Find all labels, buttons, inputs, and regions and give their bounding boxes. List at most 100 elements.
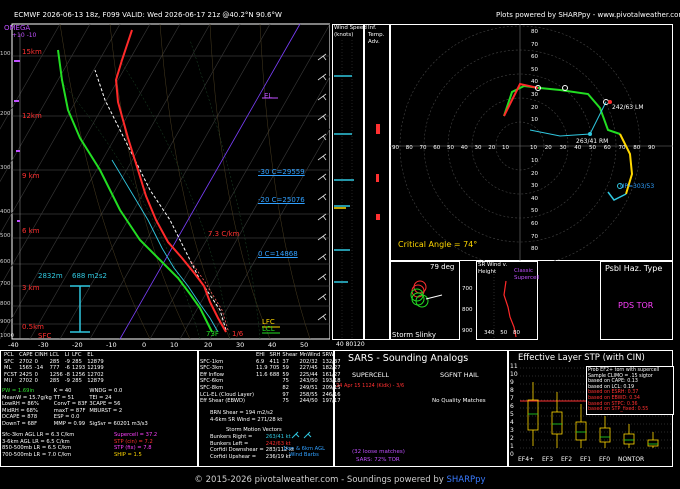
sars-hail-header: SGFNT HAIL <box>440 371 479 379</box>
wind-speed-plot <box>334 40 354 340</box>
omega-label: OMEGA <box>4 24 31 32</box>
sfc-td-label: 1/6 <box>232 330 244 338</box>
mini-hodo-label: 1km & 6km AGL Wind Barbs <box>282 446 326 458</box>
storm-slinky-plot <box>410 280 443 308</box>
pressure-200: 200 <box>0 111 11 117</box>
mean-srw: 4-6km SR Wind = 271/28 kt <box>210 417 283 423</box>
up-label: UP=303/53 <box>620 183 655 190</box>
sars-tor-prob: SARS: 72% TOR <box>356 457 400 463</box>
stp-legend: Prob EF2+ torn with supercell Sample CLI… <box>586 366 674 415</box>
helicity-height: 2832m <box>38 272 63 280</box>
table-row: MU 2702 0 285 -9 285 12879 <box>4 378 104 385</box>
hodo-x-ticks-right: 10 20 30 40 50 60 70 80 90 <box>530 145 655 151</box>
kinematic-table: EHI SRH Shear MnWind SRW SFC-1km 6.9 411 37 202/… <box>200 352 341 405</box>
rm-label: 263/41 RM <box>576 138 609 145</box>
stp-categories: EF4+ EF3 EF2 EF1 EF0 NONTOR <box>518 456 645 463</box>
lapse-rate-label: 7.3 C/km <box>208 230 240 238</box>
sars-supercell-header: SUPERCELL <box>352 371 389 379</box>
lm-label: 242/63 LM <box>612 104 644 111</box>
height-12km: 12km <box>22 112 42 120</box>
skewt-panel <box>0 23 330 340</box>
c-label-0: 0 C=14868 <box>258 250 298 258</box>
c-label-20: -20 C=25076 <box>258 196 305 204</box>
temp-tick: 10 <box>170 341 179 349</box>
pressure-1000: 1000 <box>0 333 14 339</box>
table-row: PW = 1.69in K = 40 WNDG = 0.0 <box>2 388 123 394</box>
pressure-400: 400 <box>0 209 11 215</box>
hodo-y-ticks-top: 80 70 60 50 40 30 20 10 <box>531 29 538 124</box>
el-label: EL <box>264 92 273 100</box>
thermo-extra-table: PW = 1.69in K = 40 WNDG = 0.0 MeanW = 15.7… <box>2 388 150 428</box>
table-row: FCST 2425 0 1256 -8 1256 12702 <box>4 371 104 378</box>
lapse-rates: Sfc-3km AGL LR = 6.3 C/km 3-6km AGL LR =… <box>2 432 75 458</box>
hodo-y-ticks-bottom: 10 20 30 40 50 60 70 80 <box>531 158 538 253</box>
thermo-table: PCL CAPE CINH LCL LI LFC EL SFC 2702 0 285 -9 285 12… <box>4 352 104 385</box>
table-row: LowRH = 86% ConvT = 83F 3CAPE = 56 <box>2 401 121 408</box>
table-row: DownT = 68F MMP = 0.99 SigSvr = 60201 m3/s… <box>2 420 148 427</box>
hodo-x-ticks-left: 90 80 70 60 50 40 30 20 10 <box>392 145 509 151</box>
table-row: MeanW = 15.7g/kg TT = 51 TEI = 24 <box>2 394 112 401</box>
temp-tick: 20 <box>204 341 213 349</box>
height-6km: 6 km <box>22 227 40 235</box>
temp-tick: 0 <box>142 341 147 349</box>
stp-y-ticks: 11 10 9 8 7 6 5 4 3 2 1 0 <box>510 363 518 458</box>
pressure-800: 800 <box>0 301 11 307</box>
pressure-700: 700 <box>0 281 11 287</box>
height-sfc: SFC <box>38 332 52 340</box>
height-3km: 3 km <box>22 284 40 292</box>
slinky-deg: 79 deg <box>430 263 455 271</box>
table-row: SFC-3km 11.9 705 59 227/45 182/27 <box>200 365 341 372</box>
table-row: SFC-1km 6.9 411 37 202/32 132/37 <box>200 358 341 365</box>
storm-slinky-label: Storm Slinky <box>392 331 436 339</box>
table-row: ML 1565 -14 777 -6 1293 12199 <box>4 365 104 372</box>
footer-text: © 2015-2026 pivotalweather.com - Soundin… <box>194 475 444 485</box>
credit-text: Plots powered by SHARPpy - www.pivotalwe… <box>496 11 680 19</box>
c-label-30: -30 C=29559 <box>258 168 305 176</box>
page-title: ECMWF 2026-06-13 18z, F099 VALID: Wed 20… <box>14 11 282 19</box>
table-row: DCAPE = 878 ESP = 0.0 <box>2 414 80 421</box>
sars-no-matches: No Quality Matches <box>432 398 486 404</box>
temp-tick: 50 <box>300 341 309 349</box>
storm-motion-vector <box>529 101 607 137</box>
pressure-100: 100 <box>0 51 11 57</box>
pressure-900: 900 <box>0 319 11 325</box>
sr-wind-plot <box>493 271 517 339</box>
table-row: SFC-6km 75 243/50 193/18 <box>200 378 341 385</box>
wind-speed-ticks: 40 80120 <box>336 341 365 348</box>
pressure-500: 500 <box>0 233 11 239</box>
table-row: SFC 2702 0 285 -9 285 12879 <box>4 358 104 365</box>
temp-tick: 40 <box>268 341 277 349</box>
temp-tick: 30 <box>236 341 245 349</box>
vectors-title: Storm Motion Vectors <box>226 427 282 433</box>
temp-advection-plot <box>376 124 380 220</box>
sfc-temp-label: 73F <box>206 330 219 338</box>
temp-tick: -10 <box>106 341 117 349</box>
sars-title: SARS - Sounding Analogs <box>348 353 469 364</box>
pressure-600: 600 <box>0 259 11 265</box>
critical-angle-label: Critical Angle = 74° <box>398 240 478 249</box>
hazard-value: PDS TOR <box>618 301 654 310</box>
hodograph-trace-mid <box>503 84 621 135</box>
sars-match: 24 Apr 15 1124 (Kidk) - 3/6 <box>336 383 405 389</box>
sr-wind-ticks: 340 50 80 <box>484 330 520 336</box>
sars-loose: (32 loose matches) <box>352 449 405 455</box>
hodograph-trace-upper <box>607 191 627 201</box>
table-row: LCL-EL (Cloud Layer) 97 258/55 246/16 <box>200 391 341 398</box>
helicity-value: 688 m2s2 <box>72 272 107 280</box>
temp-tick: -20 <box>72 341 83 349</box>
temp-tick: -40 <box>8 341 19 349</box>
rm-marker <box>588 132 592 136</box>
table-row: Eff Shear (EBWD) 75 244/50 197/17 <box>200 398 341 405</box>
sharppy-link[interactable]: SHARPpy <box>447 475 486 485</box>
table-row: SFC-8km 82 249/51 209/15 <box>200 384 341 391</box>
lcl-label: LCL <box>262 325 275 333</box>
table-row: Eff Inflow 11.6 688 59 225/44 161/27 <box>200 371 341 378</box>
brn-shear: BRN Shear = 194 m2/s2 <box>210 410 274 416</box>
composite-params: Supercell = 37.2 STP (cin) = 7.2 STP (fi… <box>114 432 158 458</box>
height-15km: 15km <box>22 48 42 56</box>
omega-ticks: +10 -10 <box>12 32 37 39</box>
slinky-pressures: 700 800 900 <box>462 286 473 334</box>
temp-tick: -30 <box>38 341 49 349</box>
hazard-title: Psbl Haz. Type <box>605 264 663 273</box>
table-row: MidRH = 68% maxT = 87F MBURST = 2 <box>2 407 123 414</box>
